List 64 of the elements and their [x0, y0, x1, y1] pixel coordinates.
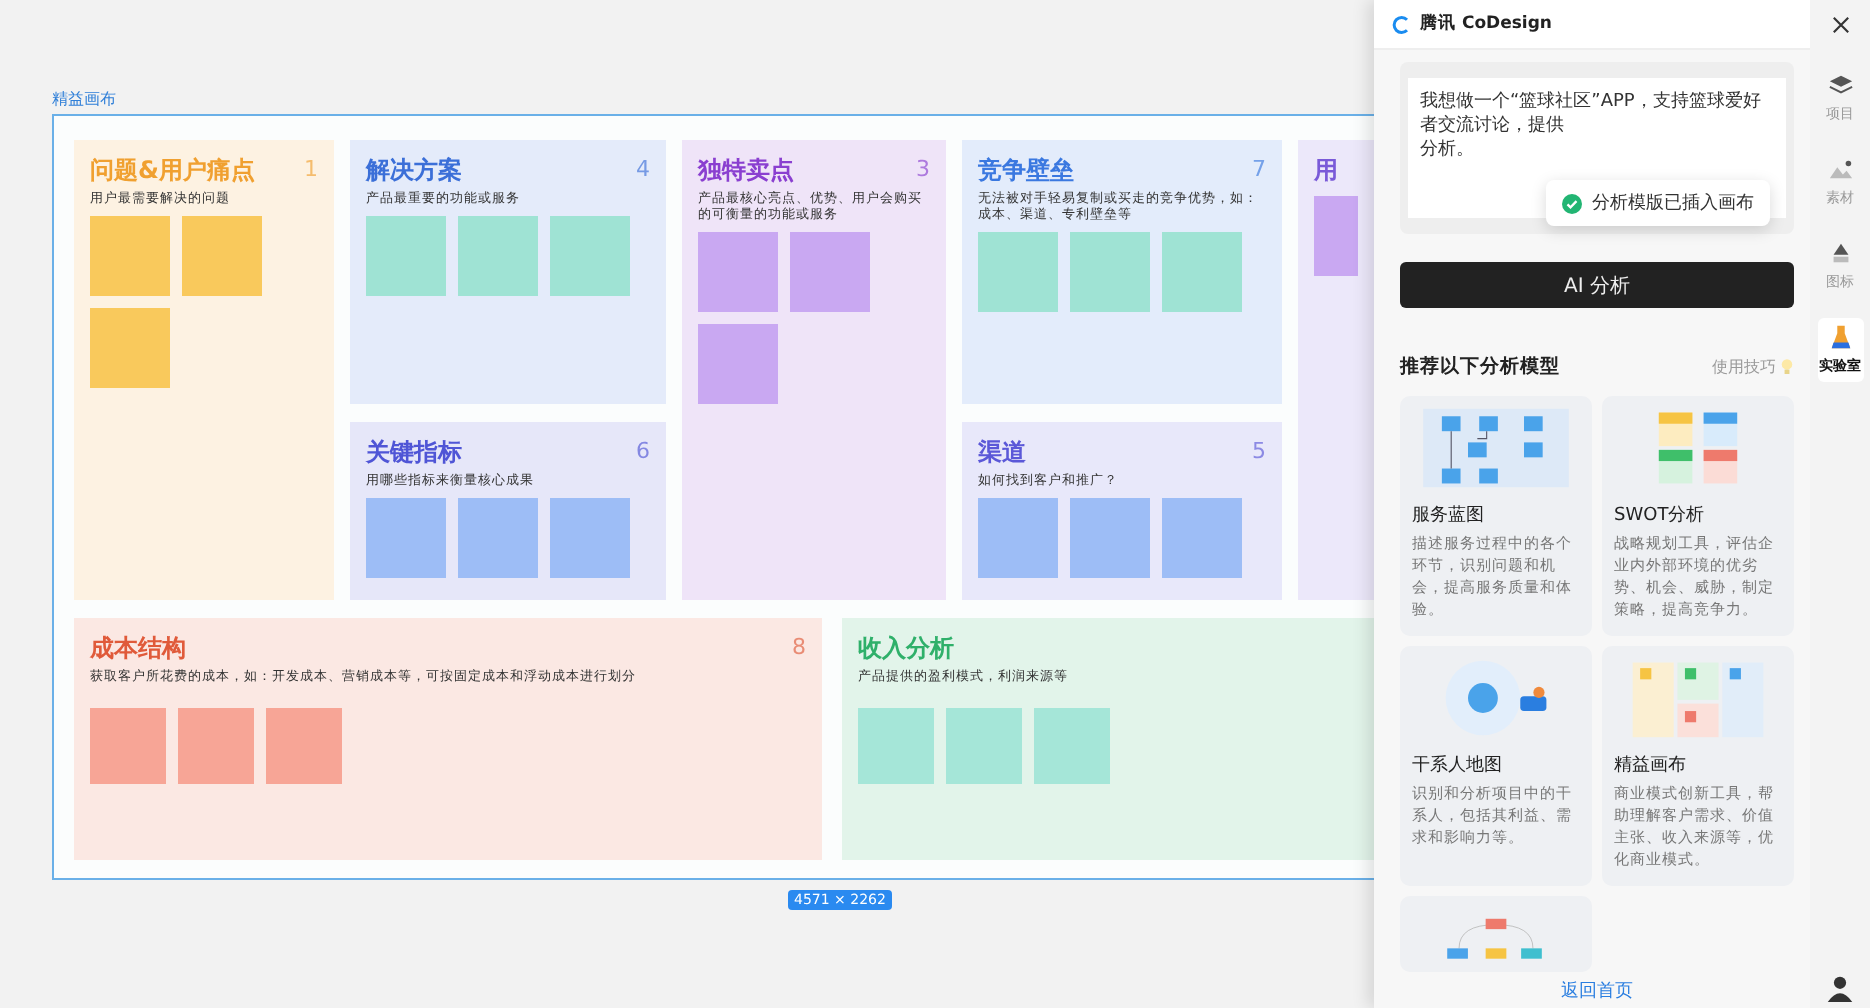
sticky-note[interactable] — [1162, 498, 1242, 578]
section-number: 4 — [636, 156, 650, 184]
sticky-note[interactable] — [550, 216, 630, 296]
sticky-note[interactable] — [366, 498, 446, 578]
sticky-note[interactable] — [366, 216, 446, 296]
sticky-note[interactable] — [978, 498, 1058, 578]
section-title: 成本结构 — [90, 632, 186, 664]
model-title: 干系人地图 — [1412, 754, 1504, 778]
sticky-note[interactable] — [946, 708, 1022, 784]
prompt-text: 我想做一个“篮球社区”APP，支持篮球爱好者交流讨论，提供 — [1420, 90, 1763, 138]
canvas-section[interactable]: 用 — [1298, 140, 1374, 600]
section-number: 1 — [304, 156, 318, 184]
section-title: 收入分析 — [858, 632, 954, 664]
analyze-button[interactable]: AI 分析 — [1400, 262, 1794, 308]
section-title: 渠道 — [978, 436, 1026, 468]
section-number: 8 — [792, 634, 806, 662]
image-icon — [1827, 156, 1853, 182]
section-title: 用 — [1314, 154, 1338, 186]
sticky-note[interactable] — [90, 216, 170, 296]
section-title: 解决方案 — [366, 154, 462, 186]
toast-message: 分析模版已插入画布 — [1592, 191, 1754, 216]
home-link[interactable]: 返回首页 — [1561, 972, 1633, 1008]
section-number: 3 — [916, 156, 930, 184]
sticky-note[interactable] — [698, 324, 778, 404]
sticky-note[interactable] — [90, 708, 166, 784]
sticky-note[interactable] — [458, 216, 538, 296]
sticky-note[interactable] — [790, 232, 870, 312]
section-number: 5 — [1252, 438, 1266, 466]
model-title: 服务蓝图 — [1412, 504, 1486, 528]
close-icon[interactable] — [1831, 16, 1849, 34]
sticky-note[interactable] — [1070, 498, 1150, 578]
sticky-note[interactable] — [1314, 196, 1358, 276]
section-number: 7 — [1252, 156, 1266, 184]
flask-icon — [1827, 324, 1853, 350]
canvas-frame[interactable] — [52, 114, 1374, 880]
section-title: 竞争壁垒 — [978, 154, 1074, 186]
sticky-note[interactable] — [698, 232, 778, 312]
sticky-note[interactable] — [266, 708, 342, 784]
sticky-note[interactable] — [978, 232, 1058, 312]
frame-label: 精益画布 — [52, 88, 116, 112]
sticky-note[interactable] — [550, 498, 630, 578]
sticky-note[interactable] — [178, 708, 254, 784]
avatar-icon[interactable] — [1826, 974, 1854, 1002]
model-title: 精益画布 — [1614, 754, 1688, 778]
sticky-note[interactable] — [458, 498, 538, 578]
sticky-note[interactable] — [858, 708, 934, 784]
sticky-note[interactable] — [1070, 232, 1150, 312]
section-heading: 推荐以下分析模型 — [1400, 354, 1562, 380]
model-title: SWOT分析 — [1614, 504, 1707, 528]
section-title: 独特卖点 — [698, 154, 794, 186]
sticky-note[interactable] — [1162, 232, 1242, 312]
sticky-note[interactable] — [90, 308, 170, 388]
prompt-text: 分析。 — [1420, 138, 1476, 162]
sticky-note[interactable] — [1034, 708, 1110, 784]
logo-icon — [1392, 15, 1410, 33]
check-icon — [1562, 193, 1582, 213]
bulb-icon — [1780, 358, 1794, 376]
layers-icon — [1827, 72, 1853, 98]
section-title: 关键指标 — [366, 436, 462, 468]
model-card[interactable] — [1400, 896, 1592, 972]
brand-name: 腾讯 CoDesign — [1420, 12, 1552, 36]
section-title: 问题&用户痛点 — [90, 154, 255, 186]
section-number: 6 — [636, 438, 650, 466]
sticky-note[interactable] — [182, 216, 262, 296]
